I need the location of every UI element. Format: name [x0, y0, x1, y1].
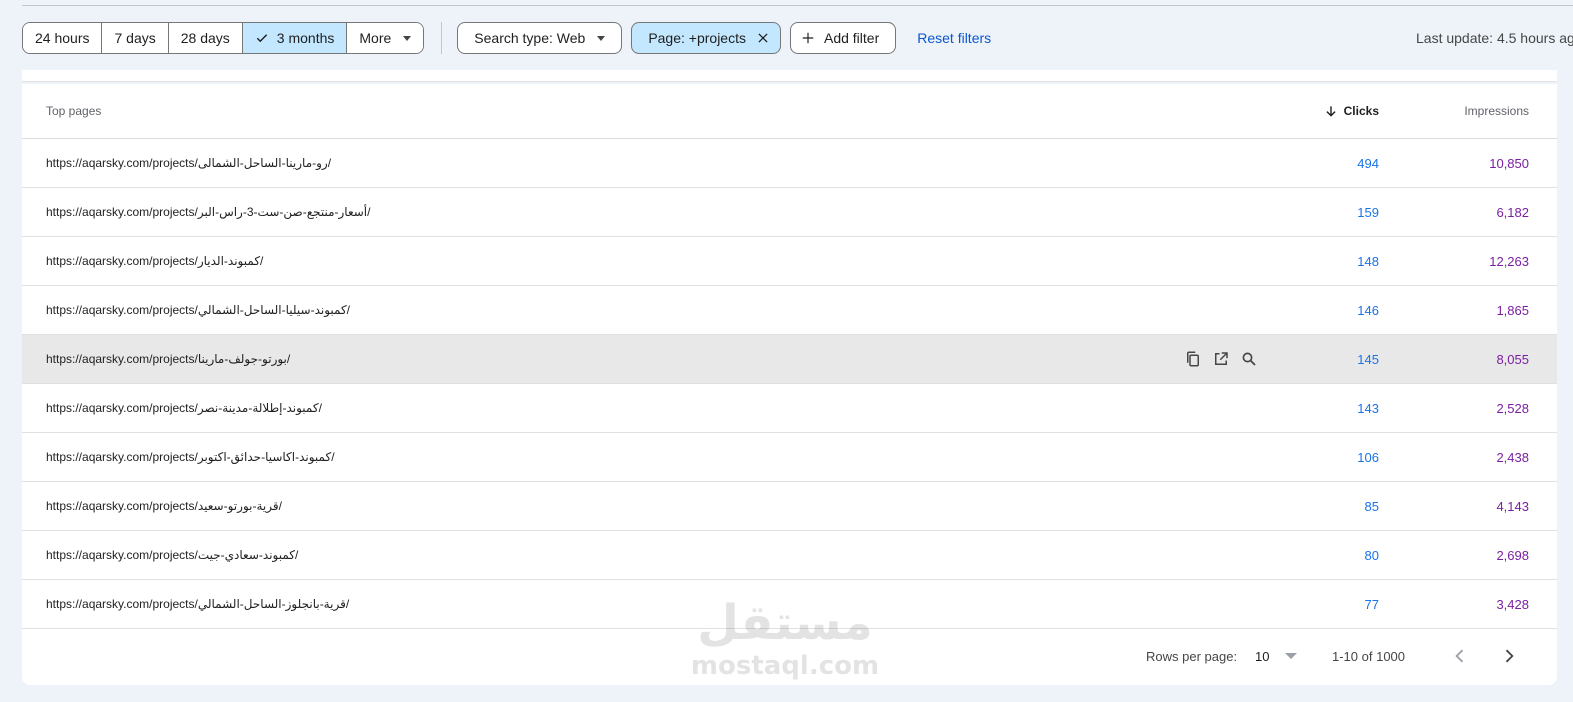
table-row[interactable]: https://aqarsky.com/projects/كمبوند-سيلي… [22, 286, 1557, 335]
caret-down-icon [403, 35, 412, 41]
date-28-days-button[interactable]: 28 days [168, 23, 243, 53]
page-url: https://aqarsky.com/projects/كمبوند-إطلا… [46, 401, 322, 415]
clicks-value: 148 [1357, 253, 1379, 269]
add-filter-button[interactable]: Add filter [789, 22, 897, 54]
open-in-new-icon[interactable] [1212, 350, 1230, 368]
impressions-value: 10,850 [1489, 155, 1529, 171]
date-24-hours-button[interactable]: 24 hours [23, 23, 103, 53]
clicks-value: 159 [1357, 204, 1379, 220]
clicks-value: 106 [1357, 449, 1379, 465]
impressions-value: 1,865 [1496, 302, 1529, 318]
clicks-value: 494 [1357, 155, 1379, 171]
table-pagination: Rows per page: 10 1-10 of 1000 [22, 632, 1557, 680]
clicks-value: 77 [1364, 596, 1379, 612]
page-url: https://aqarsky.com/projects/كمبوند-سعاد… [46, 548, 299, 562]
table-row[interactable]: https://aqarsky.com/projects/كمبوند-سعاد… [22, 531, 1557, 580]
clicks-value: 146 [1357, 302, 1379, 318]
rows-per-page-label: Rows per page: [1146, 648, 1238, 664]
table-row[interactable]: https://aqarsky.com/projects/قرية-بانجلو… [22, 580, 1557, 629]
plus-icon [802, 32, 814, 44]
page-url: https://aqarsky.com/projects/رو-مارينا-ا… [46, 156, 332, 170]
reset-filters-link[interactable]: Reset filters [917, 30, 991, 46]
table-row[interactable]: https://aqarsky.com/projects/قرية-بورتو-… [22, 482, 1557, 531]
page-url: https://aqarsky.com/projects/قرية-بورتو-… [46, 499, 282, 513]
chevron-left-icon[interactable] [1450, 646, 1470, 666]
page-url: https://aqarsky.com/projects/كمبوند-اكاس… [46, 450, 335, 464]
impressions-value: 12,263 [1489, 253, 1529, 269]
impressions-value: 2,698 [1496, 547, 1529, 563]
clicks-value: 143 [1357, 400, 1379, 416]
table-row[interactable]: https://aqarsky.com/projects/كمبوند-اكاس… [22, 433, 1557, 482]
page-url: https://aqarsky.com/projects/بورتو-جولف-… [46, 352, 291, 366]
date-range-selector: 24 hours 7 days 28 days 3 months More [22, 22, 425, 54]
close-icon[interactable] [756, 31, 770, 45]
page-url: https://aqarsky.com/projects/كمبوند-الدي… [46, 254, 264, 268]
filter-divider [441, 22, 443, 54]
pagination-range: 1-10 of 1000 [1332, 648, 1406, 664]
date-7-days-button[interactable]: 7 days [102, 23, 169, 53]
chevron-right-icon[interactable] [1499, 646, 1519, 666]
copy-icon[interactable] [1184, 350, 1202, 368]
impressions-value: 2,528 [1496, 400, 1529, 416]
card-top-strip [22, 70, 1557, 82]
top-divider [22, 5, 1573, 6]
arrow-down-icon [1326, 106, 1336, 117]
column-header-impressions[interactable]: Impressions [1464, 104, 1529, 118]
clicks-value: 85 [1364, 498, 1379, 514]
table-row[interactable]: https://aqarsky.com/projects/بورتو-جولف-… [22, 335, 1557, 384]
table-row[interactable]: https://aqarsky.com/projects/كمبوند-إطلا… [22, 384, 1557, 433]
caret-down-icon [597, 35, 606, 41]
impressions-value: 6,182 [1496, 204, 1529, 220]
search-type-chip[interactable]: Search type: Web [457, 22, 623, 54]
column-header-clicks[interactable]: Clicks [1324, 104, 1379, 118]
table-row[interactable]: https://aqarsky.com/projects/كمبوند-الدي… [22, 237, 1557, 286]
page-url: https://aqarsky.com/projects/أسعار-منتجع… [46, 205, 371, 219]
impressions-value: 8,055 [1496, 351, 1529, 367]
caret-down-icon[interactable] [1285, 653, 1297, 659]
last-update-text: Last update: 4.5 hours ago [1416, 30, 1573, 46]
table-row[interactable]: https://aqarsky.com/projects/رو-مارينا-ا… [22, 139, 1557, 188]
table-header: Top pages Clicks Impressions [22, 84, 1557, 139]
clicks-value: 145 [1357, 351, 1379, 367]
column-header-top-pages: Top pages [46, 104, 102, 118]
impressions-value: 2,438 [1496, 449, 1529, 465]
impressions-value: 4,143 [1496, 498, 1529, 514]
row-actions [1184, 350, 1258, 368]
page-filter-chip[interactable]: Page: +projects [631, 22, 781, 54]
rows-per-page-select[interactable]: 10 [1255, 649, 1269, 664]
impressions-value: 3,428 [1496, 596, 1529, 612]
date-3-months-button[interactable]: 3 months [242, 23, 348, 53]
page-url: https://aqarsky.com/projects/قرية-بانجلو… [46, 597, 350, 611]
page-url: https://aqarsky.com/projects/كمبوند-سيلي… [46, 303, 351, 317]
search-icon[interactable] [1240, 350, 1258, 368]
top-pages-table-card: Top pages Clicks Impressions https://aqa… [22, 84, 1557, 685]
clicks-value: 80 [1364, 547, 1379, 563]
table-row[interactable]: https://aqarsky.com/projects/أسعار-منتجع… [22, 188, 1557, 237]
filter-bar: 24 hours 7 days 28 days 3 months More Se… [22, 22, 1573, 54]
check-icon [256, 34, 267, 43]
date-more-button[interactable]: More [347, 23, 424, 53]
